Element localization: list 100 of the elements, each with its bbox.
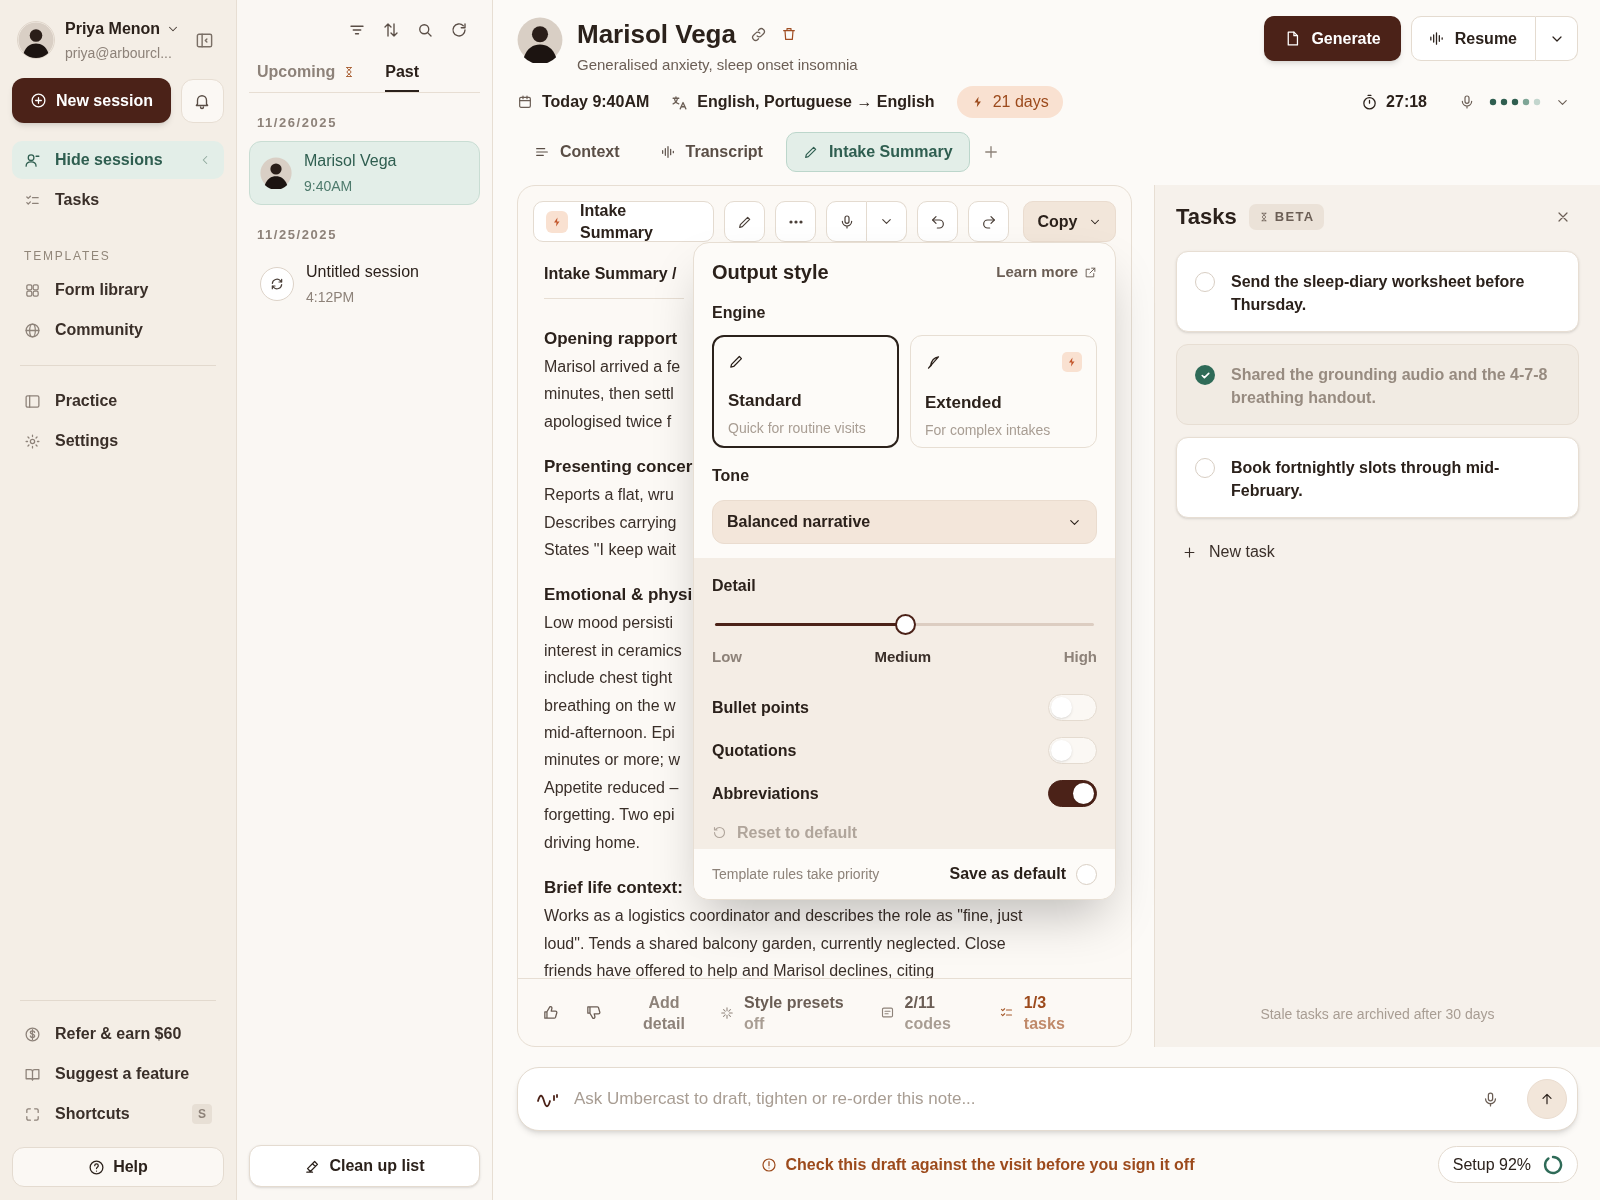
note-line: Low mood persisti [544, 613, 673, 634]
footer-note: Template rules take priority [712, 864, 880, 884]
sidebar-item[interactable]: Settings [12, 422, 224, 460]
link-button[interactable] [749, 25, 767, 43]
checkbox[interactable] [1195, 365, 1215, 385]
checkbox[interactable] [1195, 458, 1215, 478]
sparkle-icon [720, 1005, 734, 1020]
waveform-icon [659, 144, 676, 160]
user-name: Priya Menon [65, 18, 161, 39]
clean-up-button[interactable]: Clean up list [249, 1145, 480, 1187]
slider-thumb[interactable] [894, 614, 916, 635]
shortcut-key: S [192, 1104, 212, 1124]
chat-composer[interactable]: Ask Umbercast to draft, tighten or re-order this note... [517, 1067, 1578, 1131]
sidebar-item[interactable]: Hide sessions [12, 141, 224, 179]
person-icon [24, 151, 41, 169]
codes-button[interactable]: 2/11 codes [879, 991, 951, 1034]
note-tab[interactable]: Context [517, 132, 637, 172]
new-task-button[interactable]: New task [1182, 540, 1579, 564]
toggle-label: Bullet points [712, 697, 809, 718]
sidebar-icon [24, 392, 41, 410]
collapse-sidebar-button[interactable] [195, 30, 214, 50]
session-tab[interactable]: Upcoming [257, 54, 356, 92]
engine-option[interactable]: Extended For complex intakes [910, 335, 1097, 448]
arrow-up-icon [1539, 1091, 1555, 1107]
tone-select[interactable]: Balanced narrative [712, 500, 1097, 544]
style-presets-button[interactable]: Style presets off [720, 991, 844, 1034]
waveform-icon [1427, 30, 1445, 47]
panel-title: Tasks [1176, 203, 1237, 231]
generate-button[interactable]: Generate [1264, 16, 1401, 61]
slider-label: Low [712, 647, 742, 667]
template-button[interactable]: Intake Summary [533, 201, 714, 242]
learn-more-link[interactable]: Learn more [996, 260, 1097, 284]
panel-icon [195, 30, 214, 50]
slider-label: Medium [874, 647, 932, 667]
task-text: Book fortnightly slots through mid-February. [1231, 458, 1501, 501]
session-tab[interactable]: Past [385, 54, 419, 92]
globe-icon [24, 321, 41, 339]
sidebar-item[interactable]: Refer & earn $60 [12, 1015, 224, 1053]
notifications-button[interactable] [180, 78, 224, 123]
note-line: include chest tight [544, 668, 673, 689]
sun-icon [24, 432, 41, 450]
new-session-button[interactable]: New session [12, 78, 171, 123]
field-label: Engine [712, 303, 767, 323]
undo-icon [929, 213, 946, 230]
sidebar-item[interactable]: Community [12, 311, 224, 349]
note-tab[interactable]: Transcript [642, 132, 780, 172]
level-dots-icon [1489, 98, 1541, 106]
sidebar-item[interactable]: Tasks [12, 181, 224, 219]
session-item[interactable]: Marisol Vega 9:40AM [249, 140, 480, 205]
sidebar-item[interactable]: Shortcuts S [12, 1095, 224, 1133]
alert-icon [760, 1157, 777, 1173]
translate-icon [671, 93, 689, 111]
warning-text: Check this draft against the visit before you sign it off [785, 1155, 1195, 1175]
checkbox[interactable] [1195, 272, 1215, 292]
chat-input[interactable]: Ask Umbercast to draft, tighten or re-order this note... [574, 1086, 1468, 1112]
task-text: Send the sleep-diary worksheet before Thursday. [1231, 272, 1526, 315]
user-email: priya@arbourcl... [65, 43, 173, 63]
checkbox[interactable] [1076, 863, 1097, 885]
section-heading: TEMPLATES [23, 248, 112, 265]
thumbs-up-icon [542, 1004, 559, 1021]
note-line: Works as a logistics coordinator and describes the role as "fine, just [544, 906, 1023, 927]
help-button[interactable]: Help [12, 1147, 224, 1187]
send-button[interactable] [1527, 1079, 1567, 1119]
sidebar-item[interactable]: Practice [12, 382, 224, 420]
avatar [17, 21, 55, 59]
quill-icon [925, 353, 942, 371]
redo-button[interactable] [968, 201, 1009, 242]
plus-icon [1182, 544, 1197, 560]
avatar [517, 17, 563, 63]
delete-button[interactable] [780, 26, 797, 42]
note-line: minutes, then settl [544, 384, 674, 405]
plus-circle-icon [30, 92, 47, 109]
session-item[interactable]: Untitled session 4:12PM [249, 252, 480, 316]
resume-button[interactable]: Resume [1410, 16, 1536, 61]
sidebar-item[interactable]: Suggest a feature [12, 1055, 224, 1093]
microphone-icon [1482, 1090, 1499, 1108]
note-line: Describes carrying [544, 512, 677, 533]
dictate-button[interactable] [1482, 1090, 1499, 1108]
tasks-count-button[interactable]: 1/3 tasks [998, 991, 1065, 1034]
undo-button[interactable] [917, 201, 958, 242]
thumbs-up-button[interactable] [542, 1004, 559, 1021]
sidebar-item[interactable]: Form library [12, 271, 224, 309]
copy-button[interactable]: Copy [1023, 201, 1116, 242]
patient-subtitle: Generalised anxiety, sleep onset insomnia [577, 55, 858, 75]
thumbs-down-button[interactable] [585, 1004, 602, 1021]
note-tab[interactable]: Intake Summary [785, 132, 970, 172]
date-label: 11/26/2025 [256, 114, 338, 132]
note-line: loud". Tends a shared balcony garden, currently neglected. Close [544, 933, 1006, 954]
dictate-button[interactable] [826, 201, 867, 242]
toggle-switch[interactable] [1048, 780, 1097, 807]
add-detail-button[interactable]: Add detail [638, 991, 690, 1034]
link-icon [749, 25, 767, 43]
search-icon [416, 21, 434, 39]
setup-button[interactable]: Setup 92% [1437, 1146, 1578, 1183]
session-date: Today 9:40AM [542, 92, 650, 112]
engine-option[interactable]: Standard Quick for routine visits [712, 335, 899, 448]
note-line: Appetite reduced – [544, 777, 679, 798]
help-icon [88, 1158, 106, 1176]
note-heading: Emotional & physi [544, 584, 693, 607]
footer-note: Stale tasks are archived after 30 days [1259, 1005, 1496, 1024]
